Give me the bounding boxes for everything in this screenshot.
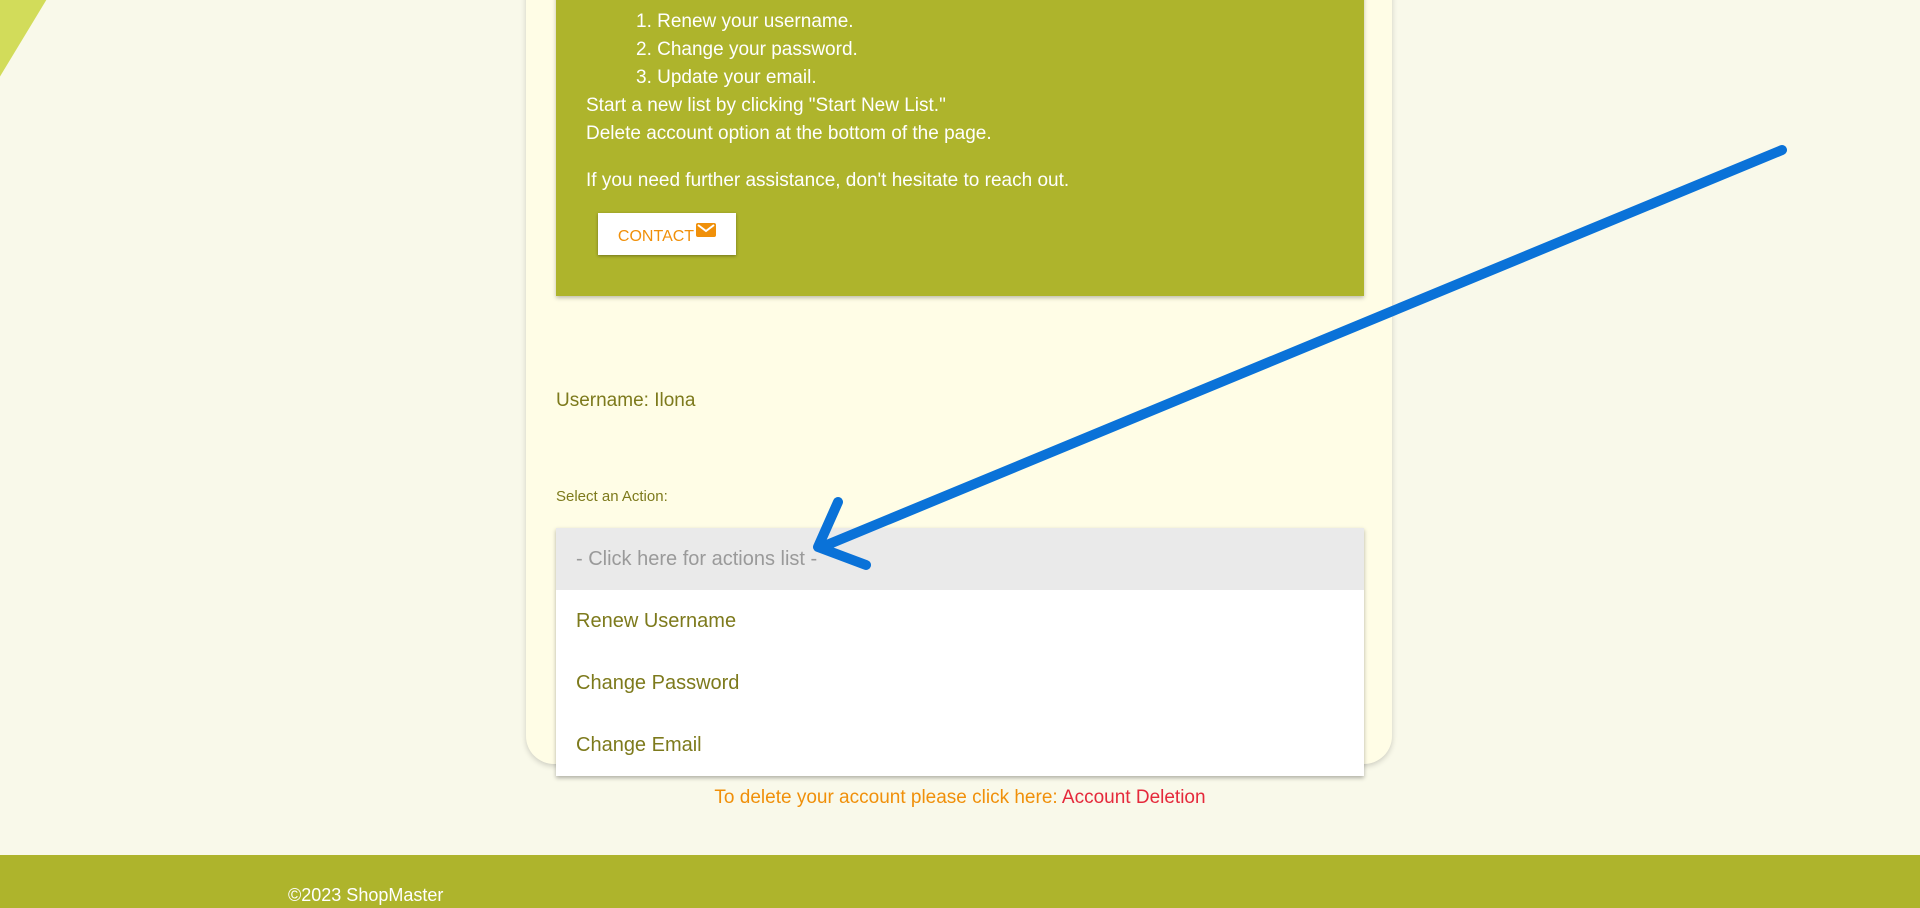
contact-button-label: CONTACT — [617, 228, 695, 245]
option-change-email[interactable]: Change Email — [556, 714, 1364, 776]
info-action-list: 1. Renew your username. 2. Change your p… — [586, 8, 1334, 92]
mail-icon — [696, 223, 717, 237]
action-dropdown[interactable]: - Click here for actions list - Renew Us… — [556, 528, 1364, 776]
account-deletion-link[interactable]: Account Deletion — [1062, 787, 1206, 808]
contact-button[interactable]: CONTACT — [598, 213, 736, 255]
info-list-item: 2. Change your password. — [636, 39, 858, 60]
info-intro: Perform/Select various account actions: — [586, 0, 1334, 8]
delete-account-section: To delete your account please click here… — [0, 787, 1920, 809]
action-dropdown-placeholder[interactable]: - Click here for actions list - — [556, 528, 1364, 590]
page: Perform/Select various account actions: … — [0, 0, 1920, 908]
footer: ©2023 ShopMaster — [0, 855, 1920, 908]
info-panel: Perform/Select various account actions: … — [556, 0, 1364, 296]
info-assistance: If you need further assistance, don't he… — [586, 170, 1070, 191]
select-action-label: Select an Action: — [556, 488, 668, 505]
option-renew-username[interactable]: Renew Username — [556, 590, 1364, 652]
info-list-item: 3. Update your email. — [636, 67, 817, 88]
info-list-item: 1. Renew your username. — [636, 11, 854, 32]
info-delete-option: Delete account option at the bottom of t… — [586, 123, 992, 144]
info-start-new-list: Start a new list by clicking "Start New … — [586, 95, 946, 116]
username-display: Username: Ilona — [556, 390, 696, 411]
delete-account-prompt: To delete your account please click here… — [714, 787, 1058, 808]
corner-decoration — [0, 0, 53, 130]
footer-copyright: ©2023 ShopMaster — [288, 885, 444, 905]
option-change-password[interactable]: Change Password — [556, 652, 1364, 714]
